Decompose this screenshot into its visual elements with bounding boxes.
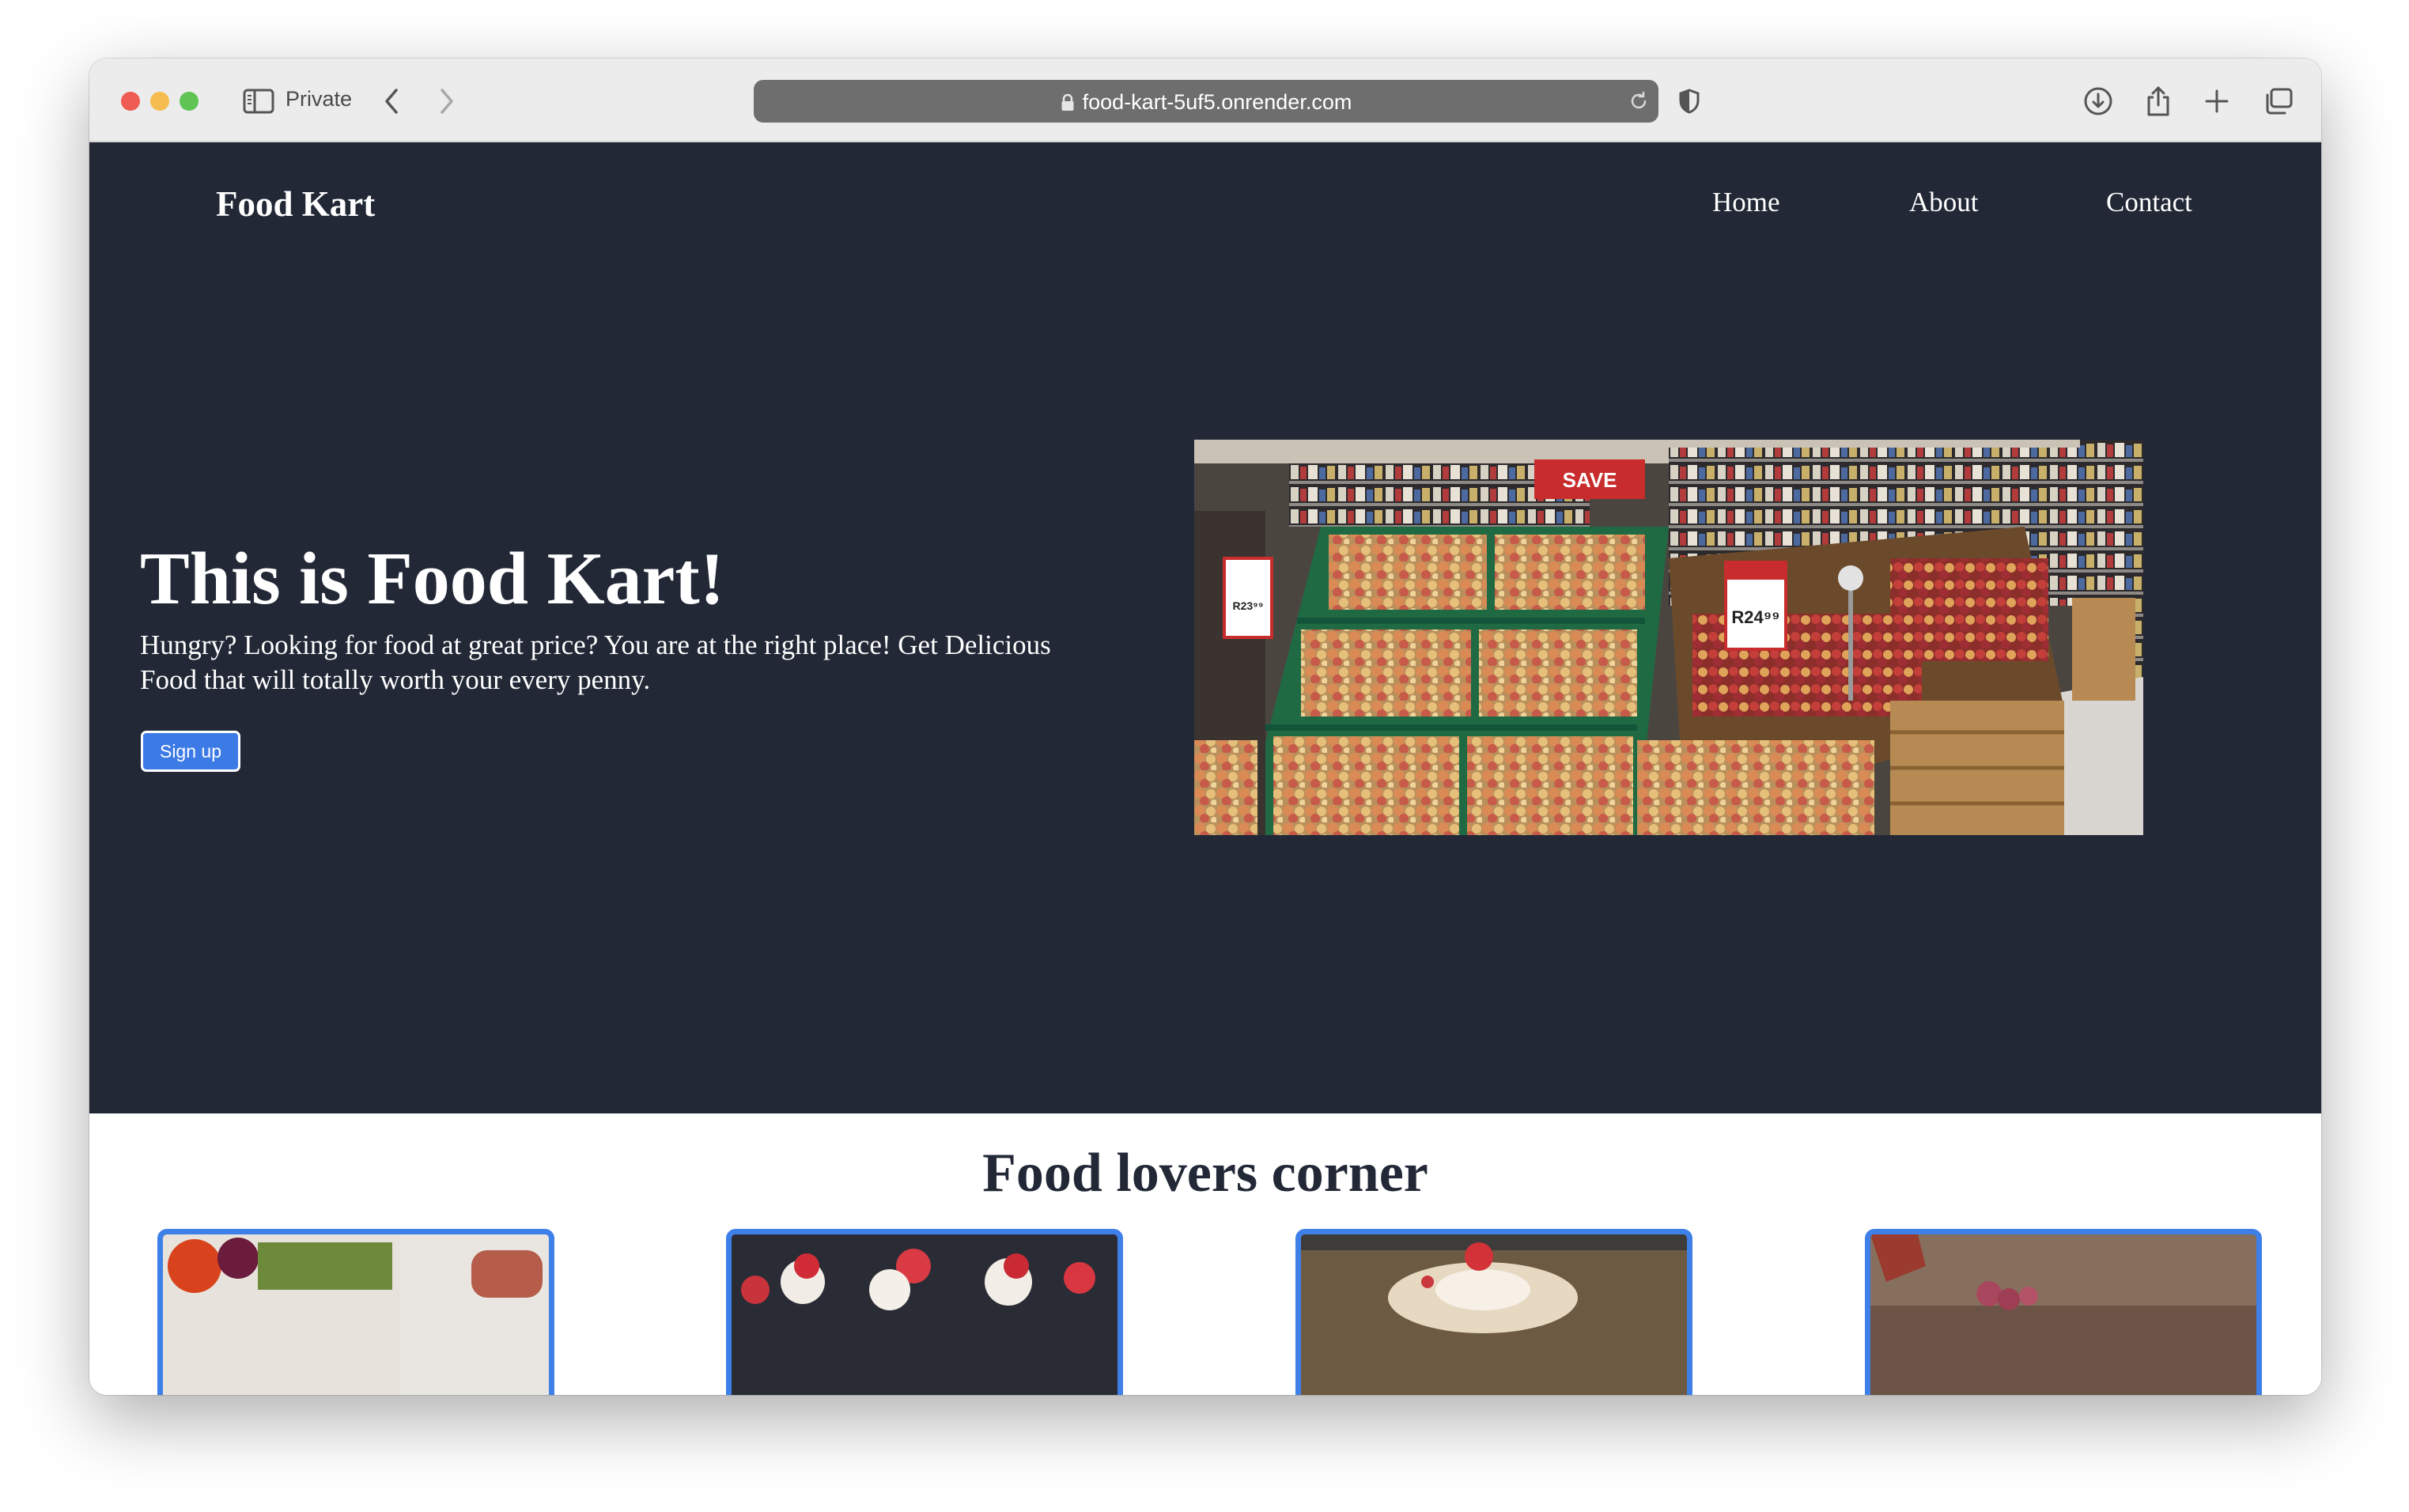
signup-button[interactable]: Sign up [141, 731, 240, 772]
close-window-button[interactable] [121, 92, 140, 111]
share-icon[interactable] [2142, 82, 2174, 120]
sidebar-icon[interactable] [241, 82, 276, 120]
address-bar[interactable]: food-kart-5uf5.onrender.com [754, 80, 1658, 123]
reload-icon[interactable] [1627, 89, 1651, 117]
nav-about[interactable]: About [1909, 187, 1979, 218]
site-brand[interactable]: Food Kart [216, 183, 375, 225]
hero-image: SAVE R23⁹⁹ R24⁹⁹ [1194, 440, 2143, 835]
url-row: food-kart-5uf5.onrender.com [754, 90, 1658, 118]
hero-section: Food Kart Home About Contact This is Foo… [89, 142, 2321, 1113]
food-card-4[interactable] [1865, 1229, 2262, 1395]
url-text: food-kart-5uf5.onrender.com [1082, 90, 1352, 114]
new-tab-icon[interactable] [2201, 82, 2233, 120]
price-tag-left: R23⁹⁹ [1233, 599, 1264, 612]
back-icon[interactable] [377, 82, 406, 120]
hero-title: This is Food Kart! [140, 538, 725, 620]
download-icon[interactable] [2082, 82, 2114, 120]
price-tag-right: R24⁹⁹ [1731, 607, 1779, 627]
hero-description: Hungry? Looking for food at great price?… [140, 629, 1051, 695]
private-mode-label: Private [286, 87, 353, 111]
browser-window: Private food-kart-5uf5.onrender.com Food… [89, 59, 2321, 1395]
browser-toolbar: Private food-kart-5uf5.onrender.com [89, 59, 2321, 142]
save-sign: SAVE [1563, 468, 1617, 492]
section-title: Food lovers corner [982, 1143, 1428, 1204]
forward-icon[interactable] [433, 82, 461, 120]
minimize-window-button[interactable] [150, 92, 169, 111]
nav-home[interactable]: Home [1712, 187, 1780, 218]
tabs-overview-icon[interactable] [2261, 82, 2296, 120]
food-card-1[interactable] [157, 1229, 554, 1395]
nav-contact[interactable]: Contact [2106, 187, 2192, 218]
food-card-3[interactable] [1295, 1229, 1692, 1395]
maximize-window-button[interactable] [180, 92, 199, 111]
food-card-2[interactable] [726, 1229, 1123, 1395]
lock-icon [1061, 93, 1075, 118]
web-page: Food Kart Home About Contact This is Foo… [89, 142, 2321, 1395]
shield-icon[interactable] [1676, 82, 1703, 120]
